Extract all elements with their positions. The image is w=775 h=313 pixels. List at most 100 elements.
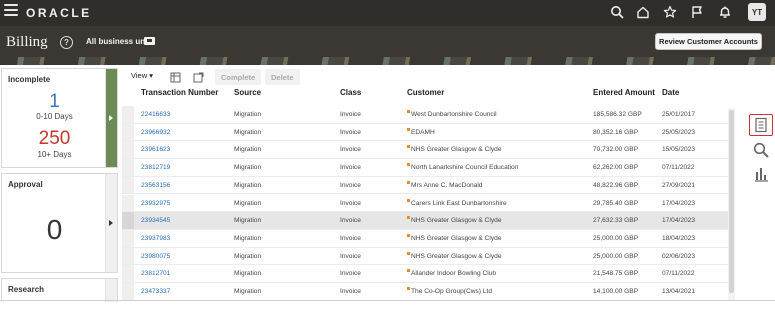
row-selector[interactable] <box>122 212 134 229</box>
table-row[interactable]: 23563156 Migration Invoice Mrs Anne C. MacD… <box>122 176 728 195</box>
research-card[interactable]: Research <box>1 278 118 302</box>
date-cell: 25/05/2023 <box>662 128 696 136</box>
column-header-source[interactable]: Source <box>234 88 261 97</box>
source-cell: Migration <box>234 128 262 136</box>
table-row[interactable]: 23980075 Migration Invoice NHS Greater Glas… <box>122 247 728 266</box>
approval-expand-handle[interactable] <box>105 174 117 272</box>
transaction-number-link[interactable]: 23812719 <box>141 164 170 171</box>
incomplete-card[interactable]: Incomplete 1 0-10 Days 250 10+ Days <box>1 68 118 168</box>
research-expand-handle[interactable] <box>105 279 117 302</box>
class-cell: Invoice <box>340 217 361 225</box>
hamburger-menu-icon[interactable] <box>4 4 18 16</box>
customer-cell: North Lanarkshire Council Education <box>411 164 519 172</box>
customer-flag-icon <box>407 287 410 290</box>
entered-amount-cell: 62,262.00 GBP <box>593 164 639 172</box>
transaction-number-link[interactable]: 23937983 <box>141 235 170 242</box>
chevron-right-icon <box>109 220 113 226</box>
row-selector[interactable] <box>122 106 134 123</box>
detach-table-icon[interactable] <box>193 70 204 83</box>
view-menu[interactable]: View ▾ <box>131 71 153 80</box>
home-icon[interactable] <box>634 3 652 21</box>
row-selector[interactable] <box>122 159 134 176</box>
row-selector[interactable] <box>122 176 134 194</box>
customer-cell: NHS Greater Glasgow & Clyde <box>411 146 502 154</box>
list-icon[interactable] <box>749 114 773 136</box>
source-cell: Migration <box>234 146 262 154</box>
row-selector[interactable] <box>122 283 134 300</box>
transaction-number-link[interactable]: 23934545 <box>141 217 170 224</box>
incomplete-count-10-plus[interactable]: 250 <box>2 128 107 150</box>
transaction-number-link[interactable]: 23980075 <box>141 253 170 260</box>
approval-count[interactable]: 0 <box>2 214 107 246</box>
table-row[interactable]: 23937983 Migration Invoice NHS Greater Glas… <box>122 229 728 248</box>
table-row[interactable]: 23812719 Migration Invoice North Lanarkshir… <box>122 159 728 177</box>
review-customer-accounts-button[interactable]: Review Customer Accounts <box>655 33 762 50</box>
incomplete-expand-handle[interactable] <box>105 69 117 167</box>
entered-amount-cell: 185,586.32 GBP <box>593 111 642 118</box>
analytics-icon[interactable] <box>749 163 773 185</box>
row-selector[interactable] <box>122 123 134 141</box>
table-row[interactable]: 23473337 Migration Invoice The Co-Op Group(… <box>122 283 728 301</box>
customer-cell: West Dunbartonshire Council <box>411 111 497 118</box>
class-cell: Invoice <box>340 111 361 118</box>
column-header-date[interactable]: Date <box>662 88 679 97</box>
row-selector[interactable] <box>122 194 134 212</box>
column-header-entered-amount[interactable]: Entered Amount <box>593 88 655 97</box>
business-units-selector-icon[interactable] <box>144 37 155 45</box>
date-cell: 17/04/2023 <box>662 217 696 225</box>
transaction-number-link[interactable]: 23966932 <box>141 129 170 136</box>
column-header-transaction-number[interactable]: Transaction Number <box>141 88 218 97</box>
table-row[interactable]: 23961623 Migration Invoice NHS Greater Glas… <box>122 141 728 160</box>
source-cell: Migration <box>234 111 262 118</box>
row-selector[interactable] <box>122 247 134 265</box>
column-header-class[interactable]: Class <box>340 88 361 97</box>
approval-card[interactable]: Approval 0 <box>1 173 118 273</box>
row-selector[interactable] <box>122 229 134 247</box>
transaction-number-link[interactable]: 23961623 <box>141 146 170 153</box>
customer-cell: NHS Greater Glasgow & Clyde <box>411 217 502 225</box>
date-cell: 27/09/2021 <box>662 181 696 189</box>
row-selector[interactable] <box>122 141 134 159</box>
transaction-number-link[interactable]: 23932975 <box>141 200 170 207</box>
transaction-number-link[interactable]: 23563156 <box>141 182 170 189</box>
date-cell: 18/04/2023 <box>662 234 696 242</box>
flag-icon[interactable] <box>688 3 706 21</box>
customer-flag-icon <box>407 251 410 255</box>
oracle-logo: ORACLE <box>26 6 92 20</box>
class-cell: Invoice <box>340 146 361 154</box>
table-row[interactable]: 23812701 Migration Invoice Allander Indoor … <box>122 265 728 283</box>
column-header-customer[interactable]: Customer <box>407 88 444 97</box>
search-icon[interactable] <box>749 139 773 161</box>
transaction-number-link[interactable]: 23473337 <box>141 288 170 295</box>
search-icon[interactable] <box>608 3 626 21</box>
class-cell: Invoice <box>340 164 361 172</box>
delete-button[interactable]: Delete <box>265 69 300 85</box>
class-cell: Invoice <box>340 288 361 295</box>
table-row[interactable]: 22416633 Migration Invoice West Dunbartonsh… <box>122 106 728 124</box>
entered-amount-cell: 21,548.75 GBP <box>593 270 639 278</box>
class-cell: Invoice <box>340 181 361 189</box>
date-cell: 07/11/2022 <box>662 270 695 278</box>
customer-flag-icon <box>407 269 410 273</box>
date-cell: 13/04/2021 <box>662 288 696 295</box>
bell-icon[interactable] <box>716 3 734 21</box>
source-cell: Migration <box>234 217 262 225</box>
help-icon[interactable]: ? <box>60 36 73 49</box>
customer-cell: NHS Greater Glasgow & Clyde <box>411 234 502 242</box>
star-icon[interactable] <box>661 3 679 21</box>
user-avatar[interactable]: YT <box>748 3 766 21</box>
customer-flag-icon <box>407 180 410 184</box>
freeze-columns-icon[interactable] <box>170 70 181 83</box>
row-selector[interactable] <box>122 265 134 282</box>
transaction-number-link[interactable]: 23812701 <box>141 270 170 277</box>
entered-amount-cell: 48,822.96 GBP <box>593 181 639 189</box>
table-row[interactable]: 23934545 Migration Invoice NHS Greater Glas… <box>122 212 728 230</box>
table-row[interactable]: 23932975 Migration Invoice Carers Link East… <box>122 194 728 213</box>
table-row[interactable]: 23966932 Migration Invoice EDAMH 80,352.16 G… <box>122 123 728 142</box>
class-cell: Invoice <box>340 252 361 260</box>
complete-button[interactable]: Complete <box>215 69 262 85</box>
table-scrollbar-thumb[interactable] <box>729 110 734 293</box>
incomplete-count-0-10[interactable]: 1 <box>2 91 107 113</box>
transaction-number-link[interactable]: 22416633 <box>141 111 170 118</box>
approval-card-title: Approval <box>8 180 43 189</box>
